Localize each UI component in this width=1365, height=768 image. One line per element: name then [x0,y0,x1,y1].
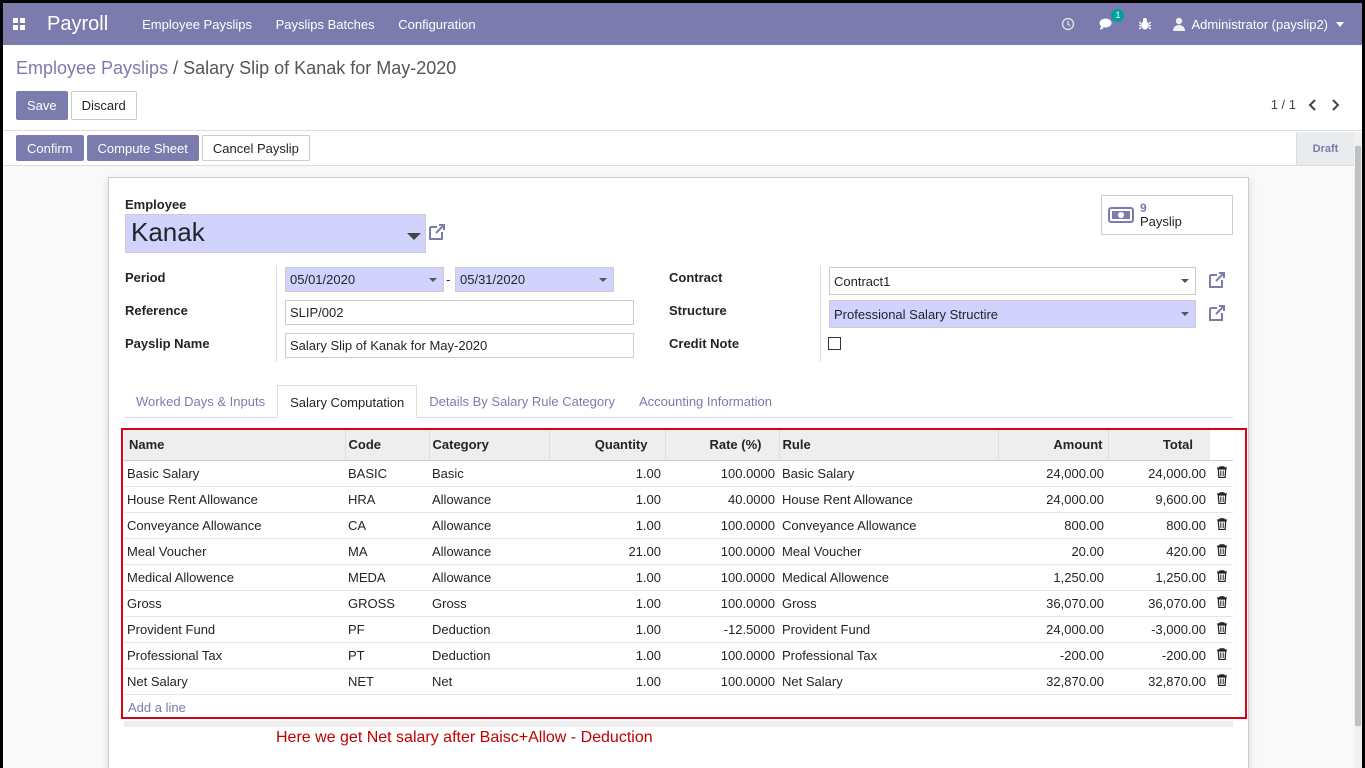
external-link-icon[interactable] [427,222,447,242]
chevron-down-icon [1336,21,1344,27]
notebook-tabs: Worked Days & Inputs Salary Computation … [124,385,1233,418]
period-label: Period [125,270,166,285]
date-to-value: 05/31/2020 [460,272,526,287]
tab-salary-computation[interactable]: Salary Computation [277,385,418,418]
date-from-field[interactable]: 05/01/2020 [285,267,444,292]
payslip-name-label: Payslip Name [125,336,210,351]
money-icon [1108,207,1134,223]
contract-label: Contract [669,270,723,285]
employee-field[interactable]: Kanak [125,214,426,253]
save-button[interactable]: Save [16,91,68,120]
discard-button[interactable]: Discard [70,91,137,120]
annotation-note: Here we get Net salary after Baisc+Allow… [276,729,653,746]
scrollbar-thumb[interactable] [1355,146,1361,726]
user-icon [1173,17,1186,31]
cancel-payslip-button[interactable]: Cancel Payslip [201,135,310,161]
reference-value: SLIP/002 [290,305,344,320]
payslip-count-value: 9 [1140,201,1147,215]
external-link-icon[interactable] [1207,303,1227,323]
right-group-divider [820,266,821,362]
pager-value[interactable]: 1 / 1 [1271,97,1296,112]
chat-icon[interactable]: 1 [1099,9,1125,31]
left-group-divider [276,266,277,362]
chevron-left-icon[interactable] [1308,98,1318,111]
contract-field[interactable]: Contract1 [829,267,1196,295]
workflow-buttons: Confirm Compute Sheet Cancel Payslip [16,135,310,161]
table-footer [124,720,1233,727]
tab-details-by-category[interactable]: Details By Salary Rule Category [417,385,627,417]
top-navbar: Payroll Employee Payslips Payslips Batch… [3,3,1362,45]
date-from-value: 05/01/2020 [290,272,356,287]
confirm-button[interactable]: Confirm [16,135,84,161]
form-statusbar: Confirm Compute Sheet Cancel Payslip Dra… [3,132,1354,166]
caret-down-icon [1181,279,1189,283]
clock-icon[interactable] [1061,17,1075,31]
bug-icon[interactable] [1139,17,1152,31]
pager: 1 / 1 [1271,97,1340,112]
payslip-name-value: Salary Slip of Kanak for May-2020 [290,338,488,353]
reference-field[interactable]: SLIP/002 [285,300,634,325]
payslip-name-field[interactable]: Salary Slip of Kanak for May-2020 [285,333,634,358]
caret-down-icon [429,278,437,282]
structure-label: Structure [669,303,727,318]
menu-employee-payslips[interactable]: Employee Payslips [142,17,252,32]
date-to-field[interactable]: 05/31/2020 [455,267,614,292]
form-buttons: Save Discard [16,91,137,120]
menu-configuration[interactable]: Configuration [398,17,475,32]
chevron-right-icon[interactable] [1330,98,1340,111]
app-brand[interactable]: Payroll [47,13,108,36]
payslip-count: 9 Payslip [1140,201,1182,229]
tab-worked-days[interactable]: Worked Days & Inputs [124,385,277,417]
breadcrumb-separator: / [173,58,179,78]
reference-label: Reference [125,303,188,318]
status-draft[interactable]: Draft [1296,132,1354,165]
scrollbar[interactable] [1354,132,1362,768]
payslip-count-button[interactable]: 9 Payslip [1101,195,1233,235]
breadcrumb: Employee Payslips / Salary Slip of Kanak… [16,58,456,79]
chevron-down-icon [407,233,421,240]
structure-field[interactable]: Professional Salary Structire [829,300,1196,328]
contract-value: Contract1 [834,274,891,289]
external-link-icon[interactable] [1207,270,1227,290]
systray: 1 Administrator (payslip2) [1037,3,1344,45]
chat-badge: 1 [1111,9,1125,22]
highlight-box [121,428,1247,719]
payslip-count-label: Payslip [1140,214,1182,229]
apps-menu-icon[interactable] [3,3,35,45]
control-panel: Employee Payslips / Salary Slip of Kanak… [3,45,1362,131]
breadcrumb-current: Salary Slip of Kanak for May-2020 [183,58,457,78]
employee-label: Employee [125,197,187,212]
caret-down-icon [1181,312,1189,316]
date-separator: - [446,272,451,287]
main-menu: Employee Payslips Payslips Batches Confi… [142,17,495,32]
credit-note-label: Credit Note [669,336,740,351]
tab-accounting-information[interactable]: Accounting Information [627,385,784,417]
breadcrumb-parent[interactable]: Employee Payslips [16,58,168,78]
compute-sheet-button[interactable]: Compute Sheet [86,135,199,161]
caret-down-icon [599,278,607,282]
employee-value: Kanak [131,217,205,247]
user-name: Administrator (payslip2) [1191,16,1328,32]
user-menu[interactable]: Administrator (payslip2) [1173,17,1344,32]
structure-value: Professional Salary Structire [834,307,999,322]
credit-note-checkbox[interactable] [828,337,841,350]
menu-payslips-batches[interactable]: Payslips Batches [276,17,375,32]
